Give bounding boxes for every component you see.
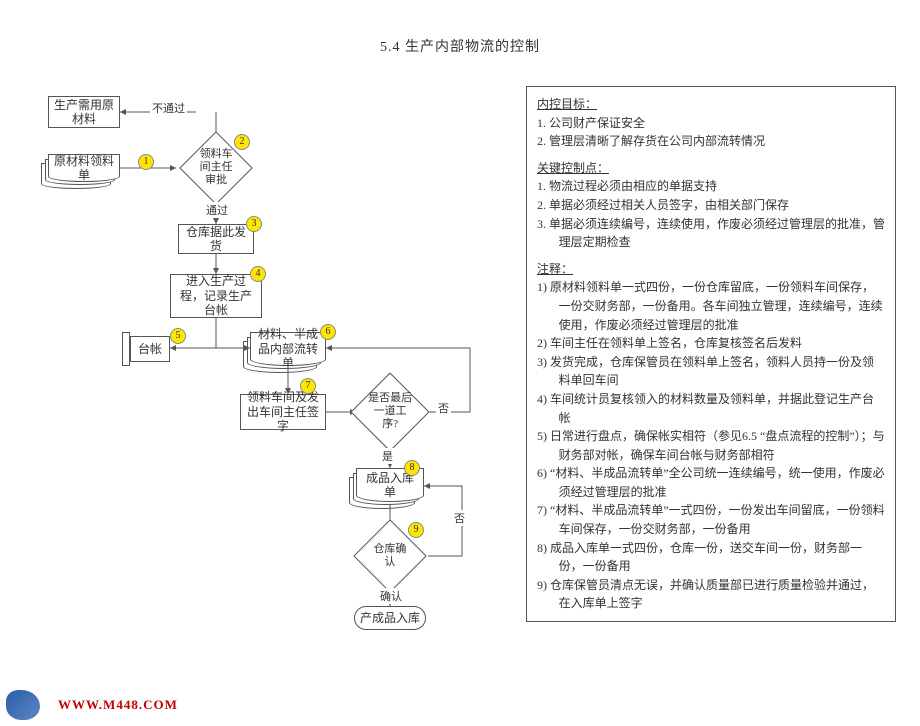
node-raw-material-need: 生产需用原材料 — [48, 96, 120, 128]
note-3: 3) 发货完成，仓库保管员在领料单上签名，领料人员持一份及领料单回车间 — [537, 353, 885, 390]
edge-no-2: 否 — [452, 510, 467, 526]
node-supervisor-approval-label: 领料车间主任审批 — [195, 148, 237, 188]
note-8: 8) 成品入库单一式四份，仓库一份，送交车间一份，财务部一份，一份备用 — [537, 539, 885, 576]
edge-no-1: 否 — [436, 400, 451, 416]
page-title: 5.4 生产内部物流的控制 — [0, 36, 920, 56]
objective-1: 1. 公司财产保证安全 — [537, 114, 885, 133]
badge-8: 8 — [404, 460, 420, 476]
node-transfer-form: 材料、半成品内部流转单 — [250, 332, 326, 366]
control-3: 3. 单据必须连续编号，连续使用，作废必须经过管理层的批准，管理层定期检查 — [537, 215, 885, 252]
side-panel: 内控目标： 1. 公司财产保证安全 2. 管理层清晰了解存货在公司内部流转情况 … — [526, 86, 896, 622]
node-warehouse-dispatch: 仓库据此发货 — [178, 224, 254, 254]
badge-5: 5 — [170, 328, 186, 344]
note-4: 4) 车间统计员复核领入的材料数量及领料单，并据此登记生产台帐 — [537, 390, 885, 427]
logo-icon — [6, 690, 40, 720]
edge-yes: 是 — [380, 448, 395, 464]
control-2: 2. 单据必须经过相关人员签字，由相关部门保存 — [537, 196, 885, 215]
node-ledger: 台帐 — [130, 336, 170, 362]
badge-3: 3 — [246, 216, 262, 232]
badge-4: 4 — [250, 266, 266, 282]
flowchart: 生产需用原材料 原材料领料单 领料车间主任审批 仓库据此发货 进入生产过程，记录… — [0, 76, 520, 666]
badge-2: 2 — [234, 134, 250, 150]
ledger-binding-icon — [122, 332, 130, 366]
node-sign: 领料车间及发出车间主任签字 — [240, 394, 326, 430]
node-goods-instore: 产成品入库 — [354, 606, 426, 630]
note-6: 6) “材料、半成品流转单”全公司统一连续编号，统一使用，作废必须经过管理层的批… — [537, 464, 885, 501]
node-production-record: 进入生产过程，记录生产台帐 — [170, 274, 262, 318]
note-1: 1) 原材料领料单一式四份，一份仓库留底，一份领料车间保存，一份交财务部，一份备… — [537, 278, 885, 334]
heading-notes: 注释： — [537, 260, 885, 279]
footer-url: WWW.M448.COM — [58, 697, 178, 713]
control-1: 1. 物流过程必须由相应的单据支持 — [537, 177, 885, 196]
heading-objectives: 内控目标： — [537, 95, 885, 114]
node-warehouse-confirm-label: 仓库确认 — [369, 543, 411, 569]
node-last-process-label: 是否最后一道工序? — [367, 392, 413, 432]
footer: WWW.M448.COM — [6, 690, 178, 720]
badge-1: 1 — [138, 154, 154, 170]
note-9: 9) 仓库保管员清点无误，并确认质量部已进行质量检验并通过，在入库单上签字 — [537, 576, 885, 613]
badge-9: 9 — [408, 522, 424, 538]
edge-pass: 通过 — [204, 202, 230, 218]
content-container: 生产需用原材料 原材料领料单 领料车间主任审批 仓库据此发货 进入生产过程，记录… — [0, 76, 920, 666]
note-5: 5) 日常进行盘点，确保帐实相符（参见6.5 “盘点流程的控制”）；与财务部对帐… — [537, 427, 885, 464]
edge-fail: 不通过 — [150, 100, 187, 116]
heading-controls: 关键控制点： — [537, 159, 885, 178]
note-2: 2) 车间主任在领料单上签名，仓库复核签名后发料 — [537, 334, 885, 353]
badge-6: 6 — [320, 324, 336, 340]
note-7: 7) “材料、半成品流转单”一式四份，一份发出车间留底，一份领料车间保存，一份交… — [537, 501, 885, 538]
badge-7: 7 — [300, 378, 316, 394]
objective-2: 2. 管理层清晰了解存货在公司内部流转情况 — [537, 132, 885, 151]
node-requisition-form: 原材料领料单 — [48, 154, 120, 182]
edge-confirm: 确认 — [378, 588, 404, 604]
node-last-process-decision: 是否最后一道工序? — [350, 372, 429, 451]
